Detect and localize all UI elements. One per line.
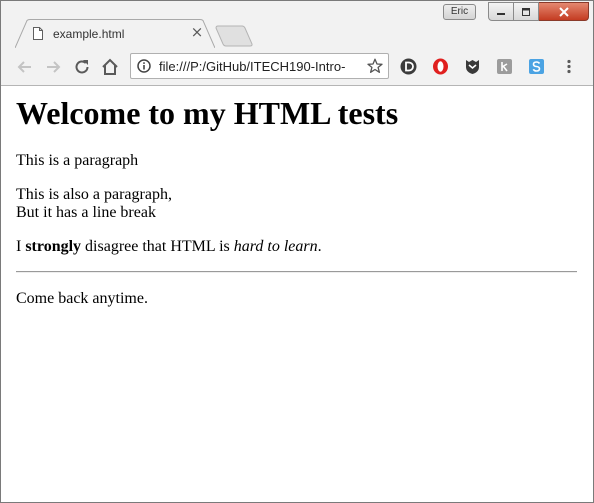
paragraph-1: This is a paragraph: [16, 152, 139, 169]
minimize-icon: [497, 12, 505, 15]
url-text[interactable]: file:///P:/GitHub/ITECH190-Intro-: [159, 59, 364, 74]
window-controls: [488, 2, 589, 21]
close-window-icon: [558, 6, 569, 17]
page-content: Welcome to my HTML tests This is a parag…: [1, 86, 593, 502]
page-heading: Welcome to my HTML tests: [16, 95, 399, 131]
title-bar: example.html × Eric: [1, 1, 593, 48]
arrow-left-icon[interactable]: [15, 57, 35, 77]
paragraph-2-line-1: This is also a paragraph,: [16, 186, 172, 203]
tab-title: example.html: [53, 27, 125, 41]
paragraph-3-middle: disagree that HTML is: [81, 238, 234, 255]
grey-extension-icon[interactable]: [496, 58, 513, 75]
profile-badge[interactable]: Eric: [443, 4, 476, 20]
address-bar[interactable]: file:///P:/GitHub/ITECH190-Intro-: [130, 53, 389, 79]
paragraph-3-end: .: [317, 238, 322, 255]
paragraph-2-line-2: But it has a line break: [16, 204, 156, 221]
strong-text: strongly: [25, 238, 82, 255]
skype-icon[interactable]: [528, 58, 545, 75]
shield-icon[interactable]: [464, 58, 481, 75]
paragraph-3-start: I: [16, 238, 26, 255]
paragraph-3: I strongly disagree that HTML is hard to…: [16, 238, 322, 256]
closing-paragraph: Come back anytime.: [16, 290, 148, 307]
home-icon[interactable]: [100, 57, 120, 77]
info-icon[interactable]: [137, 59, 151, 73]
reload-icon[interactable]: [72, 57, 92, 77]
arrow-right-icon[interactable]: [43, 57, 63, 77]
kebab-menu-icon[interactable]: [561, 58, 577, 75]
paragraph-2: This is also a paragraph, But it has a li…: [16, 186, 172, 222]
window-close-button[interactable]: [539, 2, 589, 21]
tab-example-html[interactable]: example.html ×: [15, 19, 215, 48]
disconnect-icon[interactable]: [400, 58, 417, 75]
opera-icon[interactable]: [432, 58, 449, 75]
close-icon[interactable]: ×: [190, 25, 204, 40]
emphasized-text: hard to learn: [233, 238, 318, 255]
maximize-icon: [522, 7, 530, 16]
browser-window: example.html × Eric file:///P:/GitHub/IT…: [0, 0, 594, 503]
horizontal-rule: [16, 271, 577, 273]
new-tab-button[interactable]: [215, 25, 253, 47]
browser-toolbar: file:///P:/GitHub/ITECH190-Intro-: [1, 48, 593, 86]
page-icon: [33, 27, 43, 40]
star-icon[interactable]: [367, 58, 383, 74]
minimize-button[interactable]: [488, 2, 514, 21]
maximize-button[interactable]: [514, 2, 539, 21]
